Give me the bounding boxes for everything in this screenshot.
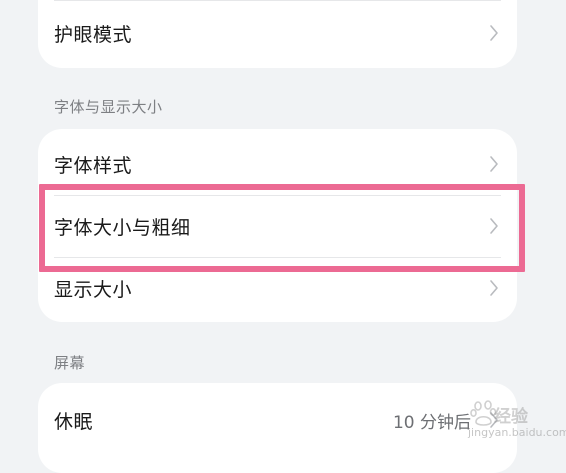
- sleep-value: 10 分钟后: [392, 412, 471, 433]
- display-size-label: 显示大小: [54, 278, 133, 301]
- screen-section-header: 屏幕: [54, 354, 86, 372]
- chevron-right-icon: [489, 24, 499, 42]
- chevron-right-icon: [489, 411, 499, 429]
- sleep-label: 休眠: [54, 410, 94, 433]
- eye-comfort-mode-label: 护眼模式: [54, 23, 133, 46]
- sleep-row[interactable]: 休眠 10 分钟后: [38, 389, 517, 451]
- chevron-right-icon: [489, 217, 499, 235]
- font-size-weight-label: 字体大小与粗细: [54, 216, 191, 239]
- chevron-right-icon: [489, 155, 499, 173]
- font-size-weight-row[interactable]: 字体大小与粗细: [38, 195, 517, 257]
- chevron-right-icon: [489, 279, 499, 297]
- font-display-card: 字体样式 字体大小与粗细 显示大小: [38, 129, 517, 322]
- font-style-label: 字体样式: [54, 154, 133, 177]
- eye-comfort-mode-row[interactable]: 护眼模式: [38, 2, 517, 64]
- divider: [54, 0, 501, 1]
- font-display-section-header: 字体与显示大小: [54, 98, 163, 116]
- display-size-row[interactable]: 显示大小: [38, 257, 517, 319]
- screen-card: 休眠 10 分钟后: [38, 383, 517, 473]
- font-style-row[interactable]: 字体样式: [38, 133, 517, 195]
- display-settings-card: 护眼模式: [38, 0, 517, 68]
